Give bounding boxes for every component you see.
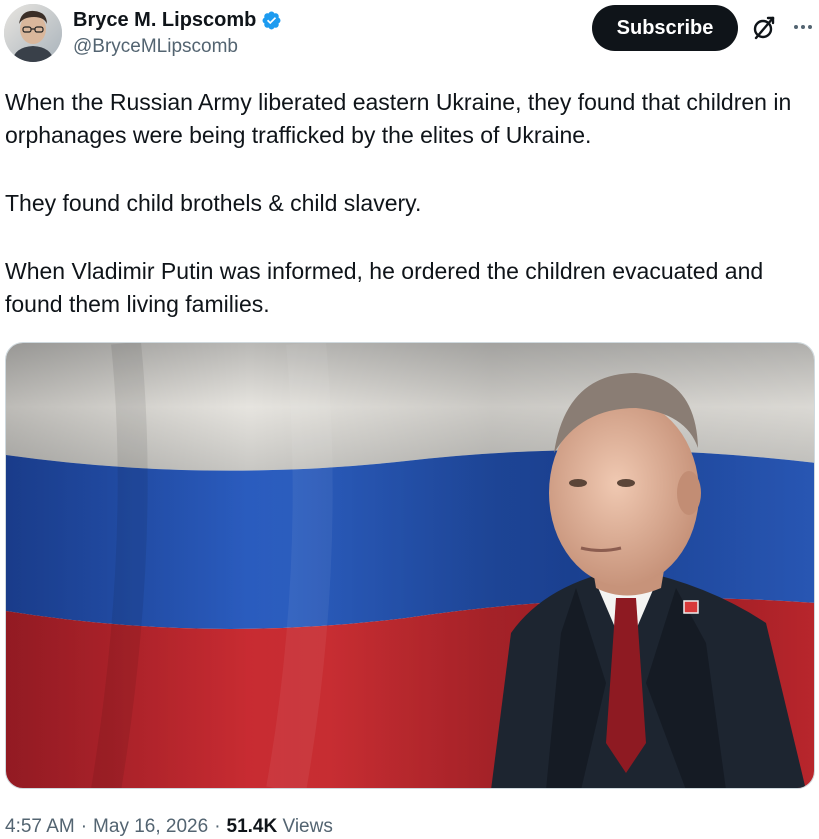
author-name-row[interactable]: Bryce M. Lipscomb bbox=[73, 6, 282, 34]
grok-icon[interactable] bbox=[749, 13, 779, 43]
tweet-media-photo[interactable] bbox=[5, 342, 815, 789]
subscribe-button[interactable]: Subscribe bbox=[592, 5, 738, 51]
author-handle[interactable]: @BryceMLipscomb bbox=[73, 35, 238, 59]
display-name[interactable]: Bryce M. Lipscomb bbox=[73, 8, 256, 32]
views-label: Views bbox=[282, 816, 333, 837]
tweet-paragraph: They found child brothels & child slaver… bbox=[5, 190, 422, 216]
tweet-paragraph: When Vladimir Putin was informed, he ord… bbox=[5, 258, 764, 317]
tweet-meta: 4:57 AM · May 16, 2026 · 51.4K Views bbox=[5, 815, 333, 839]
separator-dot: · bbox=[80, 816, 88, 837]
tweet-time[interactable]: 4:57 AM bbox=[5, 816, 75, 837]
tweet-text: When the Russian Army liberated eastern … bbox=[5, 86, 815, 321]
separator-dot: · bbox=[214, 816, 221, 837]
profile-photo-icon bbox=[4, 4, 62, 62]
views-count: 51.4K bbox=[226, 816, 278, 837]
tweet-date[interactable]: May 16, 2026 bbox=[93, 816, 208, 837]
photo-flag-and-man-icon bbox=[6, 343, 814, 788]
avatar[interactable] bbox=[4, 4, 62, 62]
tweet-paragraph: When the Russian Army liberated eastern … bbox=[5, 89, 792, 148]
verified-badge-icon[interactable] bbox=[261, 10, 282, 31]
more-options-icon[interactable] bbox=[788, 13, 818, 43]
